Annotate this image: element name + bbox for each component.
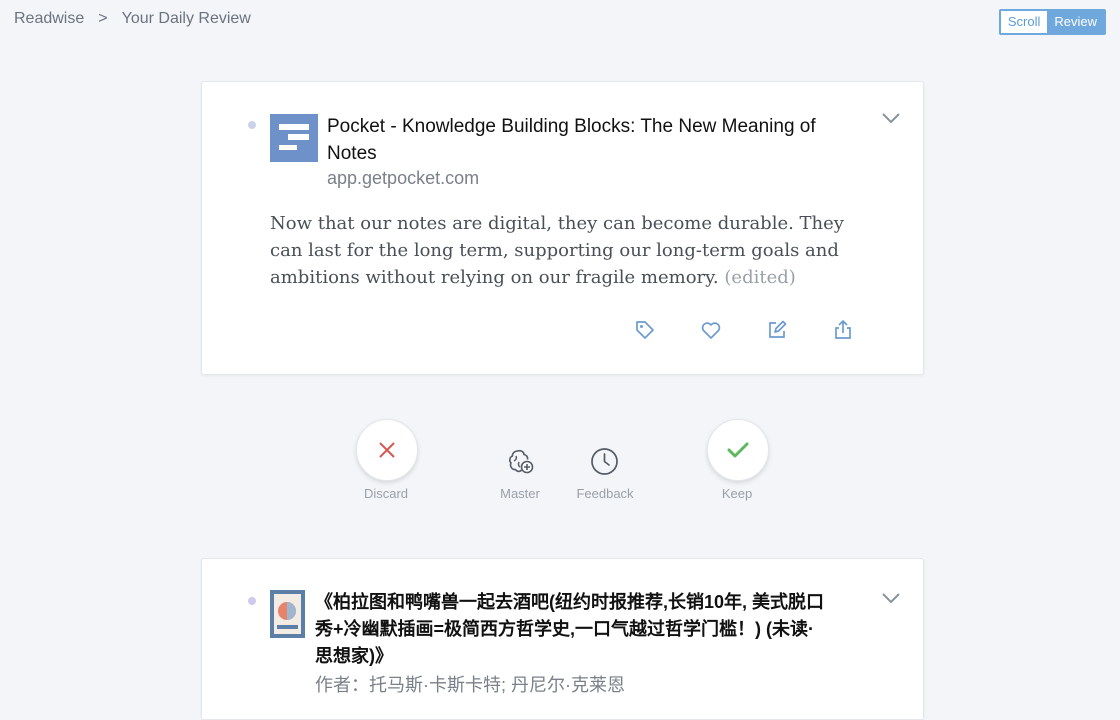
edited-label: (edited) <box>724 267 796 288</box>
master-label: Master <box>500 486 540 501</box>
breadcrumb-root[interactable]: Readwise <box>14 10 84 28</box>
status-dot <box>248 121 256 129</box>
highlight-actions <box>634 319 854 341</box>
feedback-label: Feedback <box>576 486 634 501</box>
keep-button[interactable] <box>707 419 769 481</box>
chevron-down-icon[interactable] <box>881 592 901 604</box>
edit-icon[interactable] <box>766 319 788 341</box>
breadcrumb-current: Your Daily Review <box>121 10 251 27</box>
chevron-down-icon[interactable] <box>881 112 901 124</box>
book-title[interactable]: 《柏拉图和鸭嘴兽一起去酒吧(纽约时报推荐,长销10年, 美式脱口秀+冷幽默插画=… <box>315 589 830 670</box>
highlight-source: app.getpocket.com <box>327 168 480 188</box>
keep-label: Keep <box>721 486 753 501</box>
close-icon <box>379 442 395 458</box>
heart-icon[interactable] <box>700 319 722 341</box>
article-cover-icon <box>270 114 318 162</box>
master-brain-icon[interactable] <box>505 446 535 476</box>
view-toggle: Scroll Review <box>998 9 1106 35</box>
book-author: 作者：托马斯·卡斯卡特; 丹尼尔·克莱恩 <box>315 675 625 695</box>
breadcrumb-separator: > <box>98 10 108 27</box>
checkmark-icon <box>727 442 749 458</box>
clock-icon[interactable] <box>590 447 619 476</box>
discard-label: Discard <box>363 486 409 501</box>
review-view-button[interactable]: Review <box>1047 11 1104 33</box>
next-highlight-card: 《柏拉图和鸭嘴兽一起去酒吧(纽约时报推荐,长销10年, 美式脱口秀+冷幽默插画=… <box>201 558 924 720</box>
book-cover-icon <box>270 590 305 638</box>
highlight-text: Now that our notes are digital, they can… <box>270 210 870 291</box>
breadcrumb: Readwise > Your Daily Review <box>14 10 251 28</box>
highlight-card: Pocket - Knowledge Building Blocks: The … <box>201 81 924 375</box>
scroll-view-button[interactable]: Scroll <box>1000 11 1048 33</box>
share-icon[interactable] <box>832 319 854 341</box>
tag-icon[interactable] <box>634 319 656 341</box>
discard-button[interactable] <box>356 419 418 481</box>
status-dot <box>248 597 256 605</box>
highlight-title[interactable]: Pocket - Knowledge Building Blocks: The … <box>327 113 827 167</box>
